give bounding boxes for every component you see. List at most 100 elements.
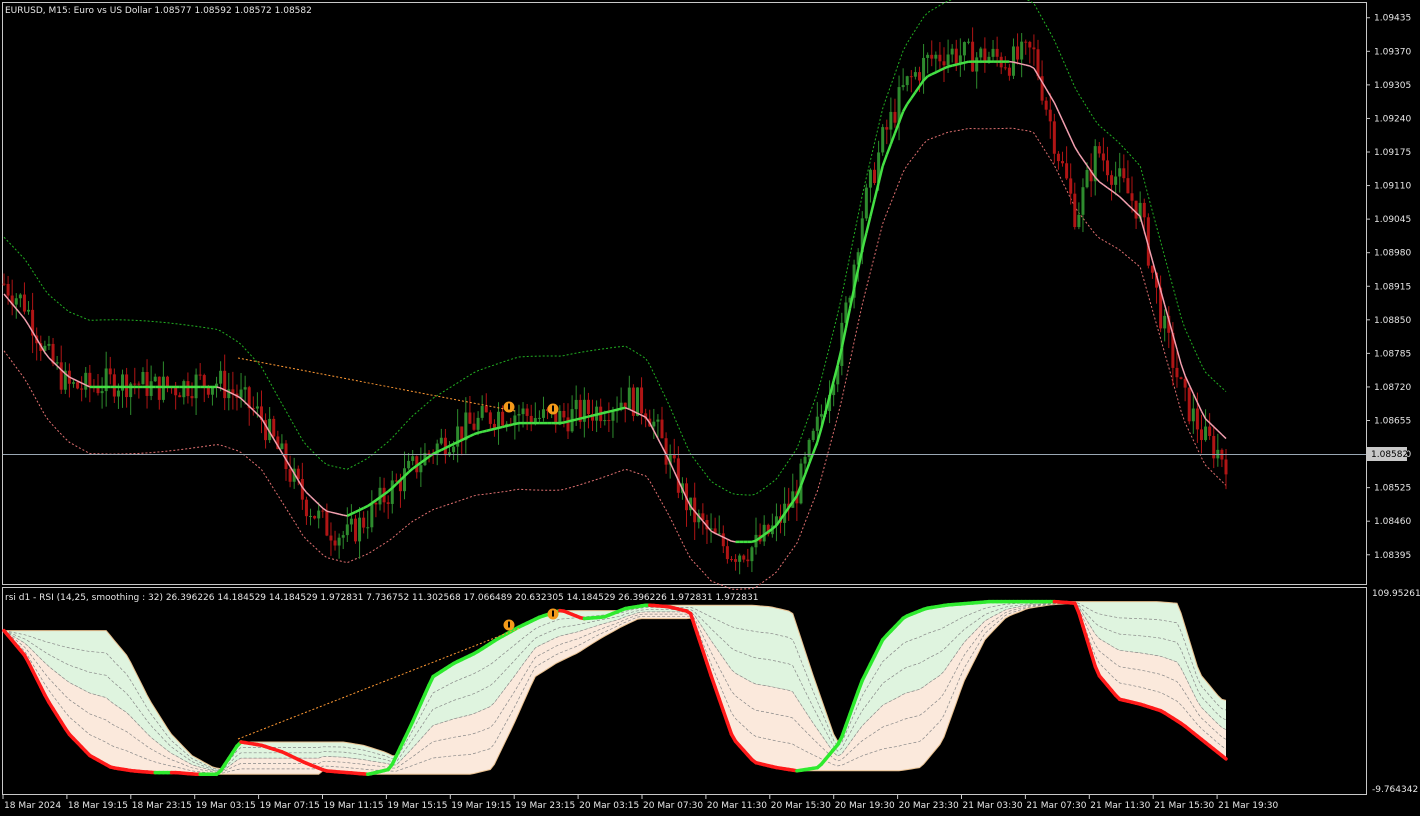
candle-body [901,85,905,88]
y-tick-label: 1.09240 [1374,114,1411,124]
candle-body [374,502,378,505]
candle-body [811,430,815,440]
y-tick-label: 1.08720 [1374,383,1411,393]
candle-body [370,502,374,528]
candle-body [186,381,190,397]
moving-average-segment [1061,120,1068,130]
moving-average-segment [19,313,26,320]
x-tick-label: 19 Mar 07:15 [260,801,320,811]
candle-body [746,559,750,562]
candle-body [157,376,161,400]
candle-body [386,502,390,504]
candle-body [1101,153,1105,161]
candle-body [926,54,930,58]
candle-body [411,456,415,461]
y-tick-label: 1.09435 [1374,14,1411,24]
moving-average-segment [803,463,811,476]
moving-average-segment [1082,159,1088,166]
moving-average-segment [1098,181,1104,186]
moving-average-segment [469,433,475,438]
moving-average-segment [604,410,610,414]
moving-average-segment [620,406,626,410]
candle-body [501,411,505,426]
candle-body [141,371,145,385]
x-tick-label: 18 Mar 2024 [4,801,61,811]
candle-body [1097,146,1101,154]
moving-average-segment [1074,146,1080,155]
candle-body [419,465,423,473]
candle-body [1003,67,1007,69]
candle-body [1061,161,1065,164]
moving-average-segment [575,417,581,421]
candle-body [472,423,476,430]
moving-average-segment [310,495,316,501]
candle-body [517,414,521,416]
candle-body [803,456,807,464]
candle-body [1016,46,1020,60]
x-tick-label: 21 Mar 15:30 [1154,801,1214,811]
symbol-header: EURUSD, M15: Euro vs US Dollar 1.08577 1… [5,6,312,16]
candle-body [149,381,153,396]
candle-body [27,309,31,312]
moving-average-segment [465,435,471,440]
moving-average-segment [1123,200,1129,206]
candle-body [153,376,157,382]
candle-body [729,559,733,561]
y-tick-label: 1.09110 [1374,182,1411,192]
candle-body [133,383,137,385]
candle-body [962,42,966,56]
rsi-divergence-marker-glyph [552,610,554,617]
y-tick-label: 1.08785 [1374,349,1411,359]
moving-average-segment [407,467,414,474]
moving-average-segment [338,513,344,516]
candle-body [427,452,431,454]
moving-average-segment [1045,88,1051,97]
candle-body [272,418,276,437]
moving-average-segment [453,440,459,446]
moving-average-segment [363,504,369,510]
candle-body [1126,178,1130,194]
rsi-divergence-marker-glyph [508,621,510,628]
candle-body [18,294,22,299]
candle-body [174,387,178,396]
moving-average-segment [485,428,491,433]
y-tick-label: 1.08915 [1374,282,1411,292]
candle-body [930,54,934,59]
candle-body [460,426,464,441]
moving-average-segment [314,499,320,505]
moving-average-segment [1107,187,1113,192]
moving-average-segment [73,378,78,382]
candle-body [660,419,664,439]
candle-body [1204,426,1208,441]
candle-body [55,362,59,364]
x-tick-label: 19 Mar 23:15 [515,801,575,811]
candle-body [1224,459,1228,475]
candle-body [640,387,644,414]
candle-body [116,390,120,397]
moving-average-segment [931,71,937,76]
candle-body [145,371,149,396]
candle-body [586,399,590,415]
moving-average-segment [359,506,365,512]
moving-average-segment [326,510,332,513]
moving-average-segment [1057,111,1064,121]
price-divergence-line [237,357,516,412]
y-tick-label: 1.08395 [1374,551,1411,561]
candle-body [917,72,921,81]
candle-body [1011,46,1015,76]
y-tick-label: 1.09305 [1374,81,1411,91]
moving-average-segment [252,409,258,415]
moving-average-segment [1176,348,1182,365]
rsi-fill-group [3,601,1227,775]
candle-body [1065,163,1069,179]
candle-body [2,283,6,285]
moving-average-segment [902,103,909,113]
candle-body [864,187,868,219]
candle-body [725,546,729,560]
moving-average-segment [914,85,921,93]
moving-average-segment [1139,216,1145,232]
moving-average-segment [731,540,736,543]
candle-body [452,446,456,453]
candle-body [967,41,971,43]
candle-body [304,499,308,517]
